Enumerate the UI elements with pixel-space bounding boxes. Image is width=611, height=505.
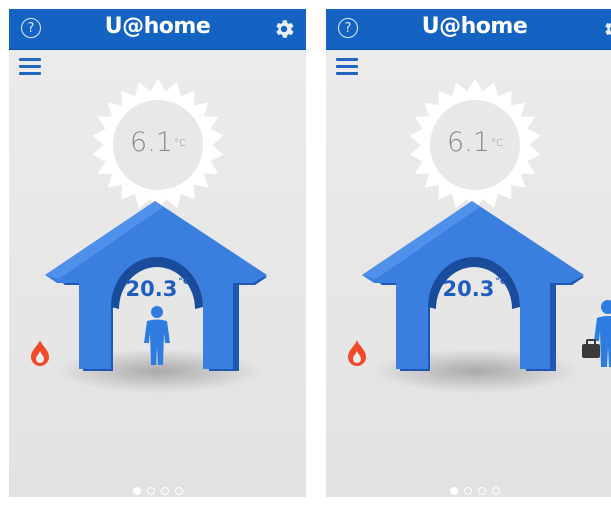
page-dot[interactable] [463, 487, 472, 495]
indoor-temperature-value: 20.3 [125, 277, 178, 301]
hamburger-menu-icon[interactable] [19, 58, 41, 76]
page-dot[interactable] [491, 487, 500, 495]
page-dot[interactable] [174, 487, 183, 495]
page-dot[interactable] [477, 487, 486, 495]
outdoor-temperature-value: 6.1 [447, 127, 490, 158]
outdoor-temperature-unit: °C [173, 138, 186, 149]
flame-icon [31, 340, 49, 366]
page-dot[interactable] [146, 487, 155, 495]
app-title: U@home [104, 14, 211, 39]
phone-screen-home: ? U@home 6.1°C 20.3°C [9, 9, 306, 497]
outdoor-temperature-unit: °C [490, 138, 503, 149]
outdoor-temperature-value: 6.1 [130, 127, 173, 158]
page-dot[interactable] [449, 487, 458, 495]
page-dot[interactable] [160, 487, 169, 495]
flame-icon [348, 340, 366, 366]
outdoor-temperature: 6.1°C [89, 127, 227, 158]
app-title: U@home [421, 14, 528, 39]
settings-gear-icon[interactable] [272, 17, 296, 41]
indoor-temperature-unit: °C [495, 277, 507, 287]
indoor-temperature-value: 20.3 [442, 277, 495, 301]
indoor-temperature: 20.3°C [326, 277, 611, 301]
outdoor-temperature: 6.1°C [406, 127, 544, 158]
page-indicator[interactable] [326, 487, 611, 497]
hamburger-menu-icon[interactable] [336, 58, 358, 76]
header-bar: ? U@home [9, 9, 306, 50]
indoor-temperature: 20.3°C [9, 277, 306, 301]
header-bar: ? U@home [326, 9, 611, 50]
page-dot[interactable] [132, 487, 141, 495]
settings-gear-icon[interactable] [601, 17, 611, 41]
person-icon [144, 306, 170, 365]
page-indicator[interactable] [9, 487, 306, 497]
phone-screen-away: ? U@home 6.1°C 20.3°C [326, 9, 611, 497]
person-with-briefcase-icon [582, 300, 611, 367]
indoor-temperature-unit: °C [178, 277, 190, 287]
